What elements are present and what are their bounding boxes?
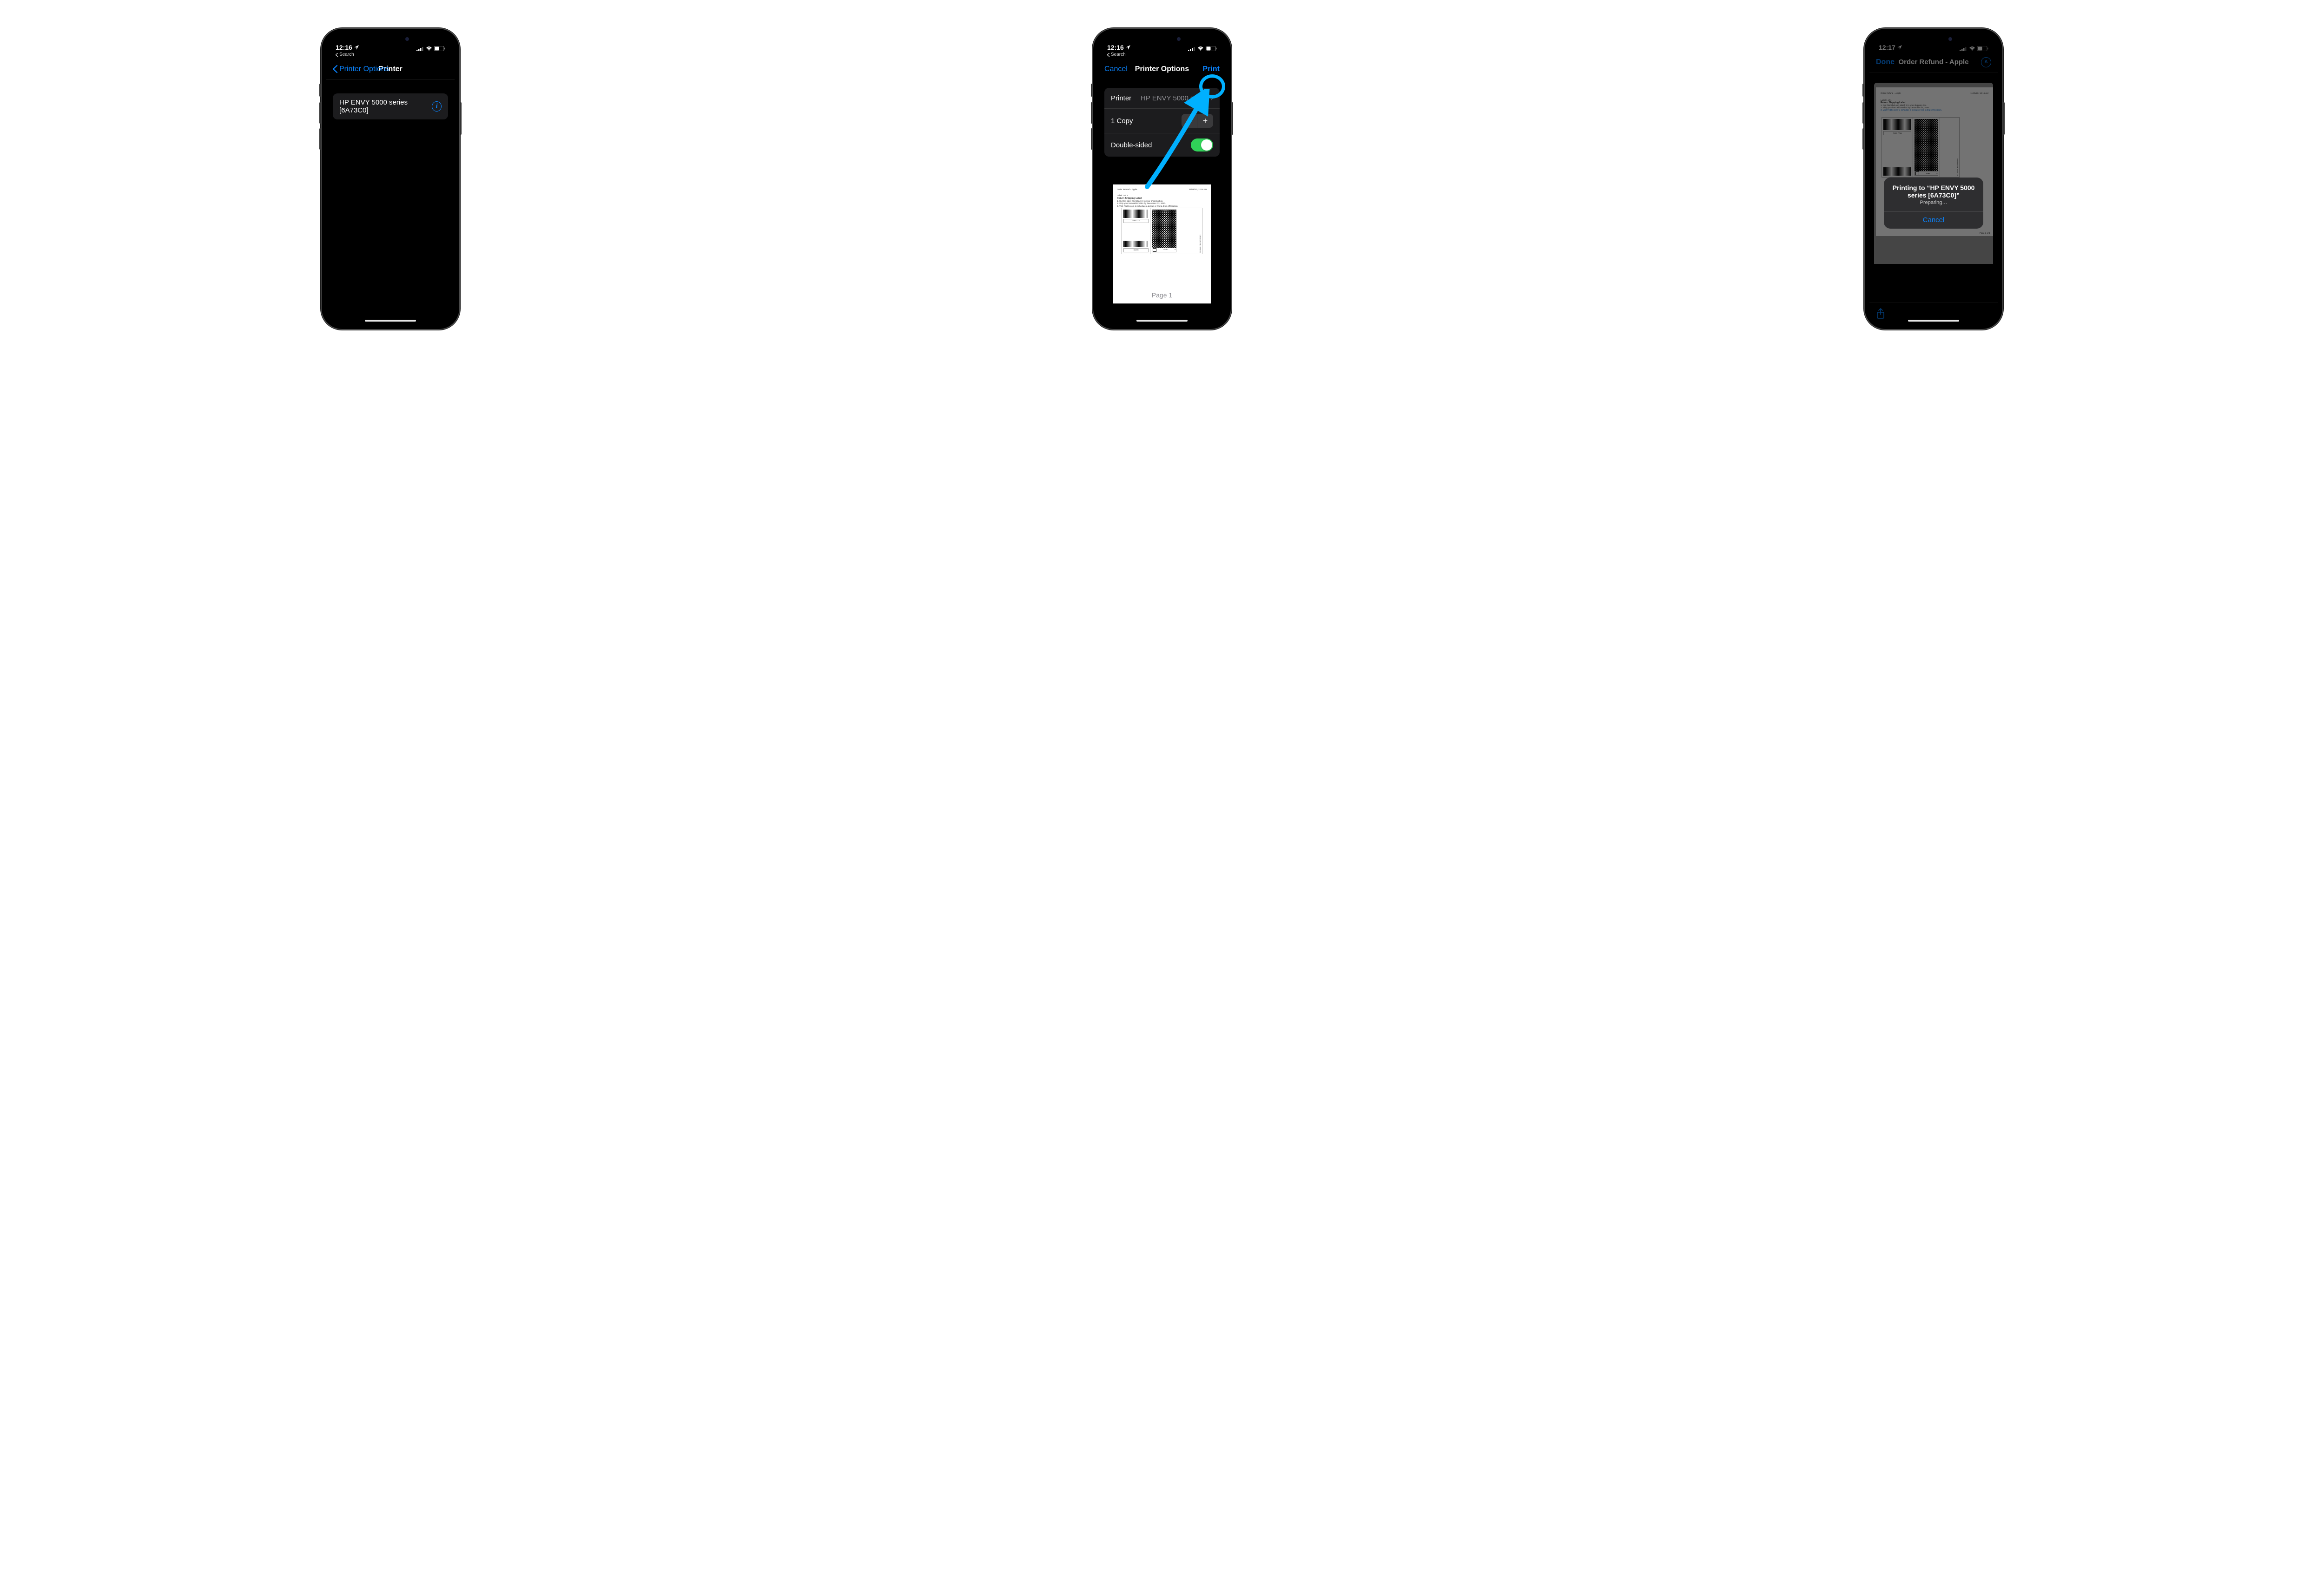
- iphone-frame-1: 12:16 Search Printer Options Printer HP: [321, 28, 460, 330]
- print-preview[interactable]: Order Refund – Apple 11/25/20, 12:16 AM …: [1098, 157, 1226, 313]
- shipping-address: LEBANON TN 37090 US: [1179, 235, 1201, 253]
- wifi-icon: [426, 46, 432, 51]
- location-icon: [354, 45, 359, 50]
- print-button[interactable]: Print: [1192, 65, 1220, 73]
- qr-code-icon: [1152, 210, 1176, 248]
- signal-icon: [1188, 46, 1195, 51]
- duplex-row: Double-sided: [1104, 133, 1220, 157]
- printer-list: HP ENVY 5000 series [6A73C0] i: [333, 93, 448, 119]
- selected-printer: HP ENVY 5000 series [6A73C0]: [1141, 94, 1206, 102]
- status-time: 12:16: [336, 44, 352, 51]
- battery-icon: [434, 46, 445, 51]
- barcode-icon: [1123, 210, 1149, 218]
- cancel-button[interactable]: Cancel: [1104, 65, 1132, 73]
- home-indicator[interactable]: [365, 320, 416, 322]
- copies-stepper[interactable]: − +: [1182, 114, 1213, 128]
- chevron-left-icon: [333, 65, 337, 73]
- printer-row[interactable]: Printer HP ENVY 5000 series [6A73C0] ›: [1104, 88, 1220, 108]
- nav-bar: Cancel Printer Options Print: [1098, 59, 1226, 79]
- signal-icon: [416, 46, 424, 51]
- fedex-icon: [1153, 248, 1156, 252]
- chevron-right-icon: ›: [1210, 93, 1213, 103]
- page-number: Page 1: [1113, 288, 1211, 303]
- wifi-icon: [1197, 46, 1204, 51]
- iphone-frame-2: 12:16 Search Cancel Printer Options Prin…: [1092, 28, 1232, 330]
- printing-dialog: Printing to “HP ENVY 5000 series [6A73C0…: [1884, 178, 1983, 229]
- print-options: Printer HP ENVY 5000 series [6A73C0] › 1…: [1104, 88, 1220, 157]
- stepper-minus[interactable]: −: [1182, 114, 1197, 128]
- barcode-icon: [1123, 241, 1149, 247]
- info-icon[interactable]: i: [432, 101, 442, 112]
- printer-row[interactable]: HP ENVY 5000 series [6A73C0] i: [333, 93, 448, 119]
- dialog-title: Printing to “HP ENVY 5000 series [6A73C0…: [1884, 178, 1983, 200]
- stepper-plus[interactable]: +: [1197, 114, 1213, 128]
- location-icon: [1126, 45, 1130, 50]
- shipping-label: 7199 7714 31195 FedExE LEBANON TN 37090 …: [1122, 208, 1202, 254]
- nav-back[interactable]: Printer Options: [333, 65, 389, 73]
- printer-name: HP ENVY 5000 series [6A73C0]: [339, 99, 432, 114]
- back-to-app[interactable]: Search: [1098, 52, 1226, 59]
- back-to-app[interactable]: Search: [326, 52, 455, 59]
- home-indicator[interactable]: [1908, 320, 1959, 322]
- battery-icon: [1206, 46, 1217, 51]
- iphone-frame-3: 12:17 Done Order Refund - Apple A Order …: [1864, 28, 2003, 330]
- dialog-subtitle: Preparing…: [1884, 200, 1983, 211]
- duplex-switch[interactable]: [1191, 138, 1213, 151]
- preview-page: Order Refund – Apple 11/25/20, 12:16 AM …: [1113, 184, 1211, 303]
- status-time: 12:16: [1107, 44, 1124, 51]
- copies-row: 1 Copy − +: [1104, 108, 1220, 133]
- dialog-cancel-button[interactable]: Cancel: [1884, 211, 1983, 229]
- nav-bar: Printer Options Printer: [326, 59, 455, 79]
- home-indicator[interactable]: [1136, 320, 1188, 322]
